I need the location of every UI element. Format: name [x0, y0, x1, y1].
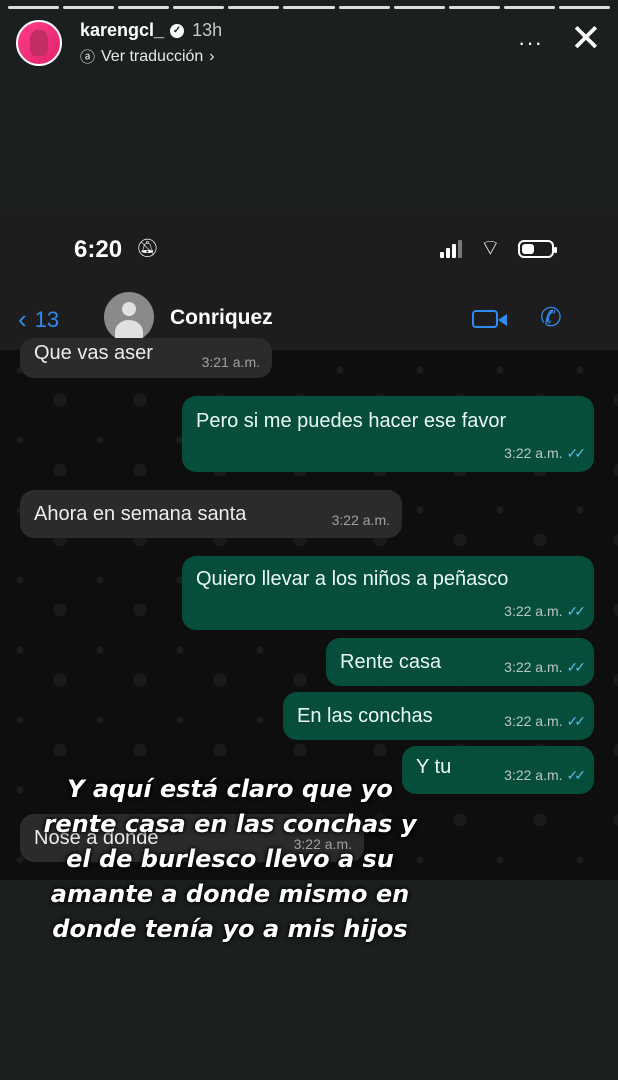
back-button[interactable]: ‹ 13 — [18, 304, 59, 335]
message-text: Quiero llevar a los niños a peñasco — [196, 568, 509, 590]
message-meta: 3:22 a.m. ✓✓ — [504, 713, 587, 730]
message-bubble-incoming: Que vas aser 3:21 a.m. — [20, 338, 272, 378]
translate-link[interactable]: ⓐ Ver traducción › — [80, 46, 215, 67]
chevron-right-icon: › — [209, 47, 215, 65]
message-meta: 3:22 a.m. ✓✓ — [504, 445, 587, 462]
phone-icon[interactable]: ✆ — [540, 302, 562, 333]
story-progress-segment — [8, 6, 60, 9]
story-progress-segment — [63, 6, 115, 9]
message-time: 3:22 a.m. — [504, 445, 563, 461]
message-time: 3:22 a.m. — [504, 713, 563, 729]
story-progress-bars — [8, 6, 611, 9]
story-time: 13h — [192, 20, 223, 40]
story-progress-segment — [558, 6, 611, 9]
message-text: Ahora en semana santa — [34, 502, 247, 525]
message-meta: 3:22 a.m. ✓✓ — [504, 767, 587, 784]
phone-clock: 6:20 — [74, 236, 123, 263]
message-bubble-outgoing: Rente casa 3:22 a.m. ✓✓ — [326, 638, 594, 686]
message-bubble-incoming: Ahora en semana santa 3:22 a.m. — [20, 490, 402, 538]
message-bubble-outgoing: Quiero llevar a los niños a peñasco 3:22… — [182, 556, 594, 630]
read-ticks-icon: ✓✓ — [566, 713, 587, 729]
read-ticks-icon: ✓✓ — [566, 767, 587, 783]
contact-avatar[interactable] — [104, 292, 154, 342]
contact-name[interactable]: Conriquez — [170, 306, 273, 330]
phone-status-bar: 6:20 🔕︎ ⌔ — [0, 210, 618, 290]
message-meta: 3:22 a.m. ✓✓ — [504, 603, 587, 620]
story-progress-segment — [393, 6, 445, 9]
more-options-icon[interactable]: ··· — [518, 30, 543, 56]
message-text: Que vas aser — [34, 342, 153, 364]
translate-label: Ver traducción — [101, 47, 204, 65]
message-bubble-outgoing: Y tu 3:22 a.m. ✓✓ — [402, 746, 594, 794]
username[interactable]: karengcl_ — [80, 20, 164, 41]
message-time: 3:22 a.m. — [331, 512, 390, 528]
chevron-left-icon: ‹ — [18, 304, 27, 334]
message-bubble-outgoing: Pero si me puedes hacer ese favor 3:22 a… — [182, 396, 594, 472]
unread-count: 13 — [34, 306, 60, 332]
message-time: 3:22 a.m. — [504, 767, 563, 783]
story-progress-segment — [228, 6, 280, 9]
verified-badge-icon: ✓ — [170, 23, 185, 38]
wifi-icon: ⌔ — [480, 235, 501, 260]
message-bubble-outgoing: En las conchas 3:22 a.m. ✓✓ — [283, 692, 594, 740]
read-ticks-icon: ✓✓ — [566, 659, 587, 675]
video-call-icon[interactable] — [472, 310, 507, 328]
story-progress-segment — [503, 6, 555, 9]
signal-icon — [440, 240, 466, 258]
translate-icon: ⓐ — [80, 49, 96, 66]
read-ticks-icon: ✓✓ — [566, 603, 587, 619]
story-progress-segment — [173, 6, 225, 9]
message-meta: 3:22 a.m. ✓✓ — [504, 659, 587, 676]
bell-slash-icon: 🔕︎ — [136, 238, 159, 258]
story-progress-segment — [118, 6, 170, 9]
profile-avatar[interactable] — [16, 20, 62, 66]
message-time: 3:22 a.m. — [504, 603, 563, 619]
message-text: Pero si me puedes hacer ese favor — [196, 410, 507, 432]
story-progress-segment — [283, 6, 335, 9]
story-progress-segment — [338, 6, 390, 9]
story-header: karengcl_ ✓ 13h — [80, 20, 222, 41]
message-text: Rente casa — [340, 650, 442, 673]
message-time: 3:21 a.m. — [201, 354, 260, 370]
battery-icon — [518, 240, 557, 258]
message-time: 3:22 a.m. — [504, 659, 563, 675]
story-caption: Y aquí está claro que yo rente casa en l… — [43, 775, 417, 943]
story-progress-segment — [448, 6, 500, 9]
message-text: En las conchas — [297, 704, 433, 727]
read-ticks-icon: ✓✓ — [566, 445, 587, 461]
close-icon[interactable]: ✕ — [570, 20, 602, 58]
